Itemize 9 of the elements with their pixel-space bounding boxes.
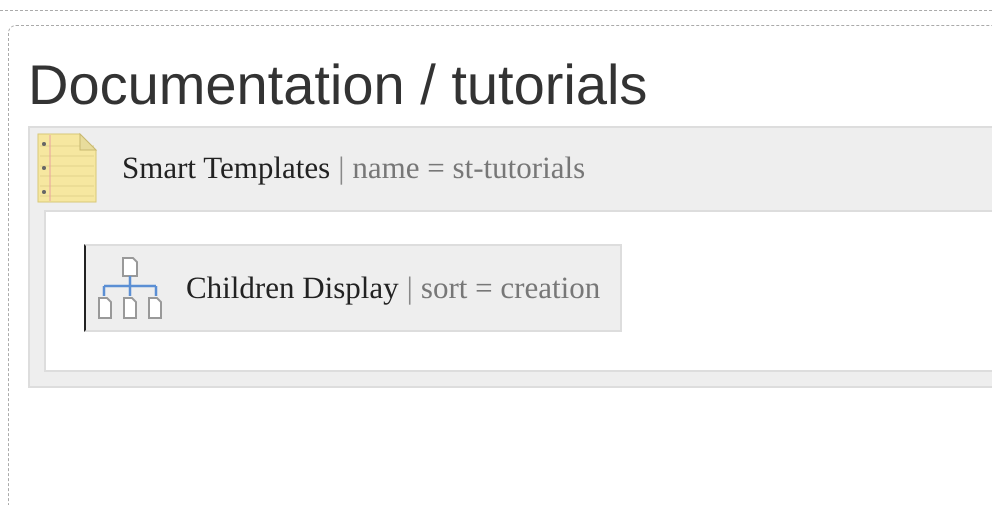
macro-title: Smart Templates	[122, 150, 330, 186]
hierarchy-icon	[98, 256, 162, 320]
separator: |	[406, 270, 413, 306]
macro-parameter: name = st-tutorials	[352, 150, 586, 186]
page-heading: Documentation / tutorials	[28, 54, 648, 116]
macro-parameter: sort = creation	[420, 270, 600, 306]
macro-title: Children Display	[186, 270, 399, 306]
separator: |	[338, 150, 344, 186]
notepad-icon	[36, 132, 98, 204]
